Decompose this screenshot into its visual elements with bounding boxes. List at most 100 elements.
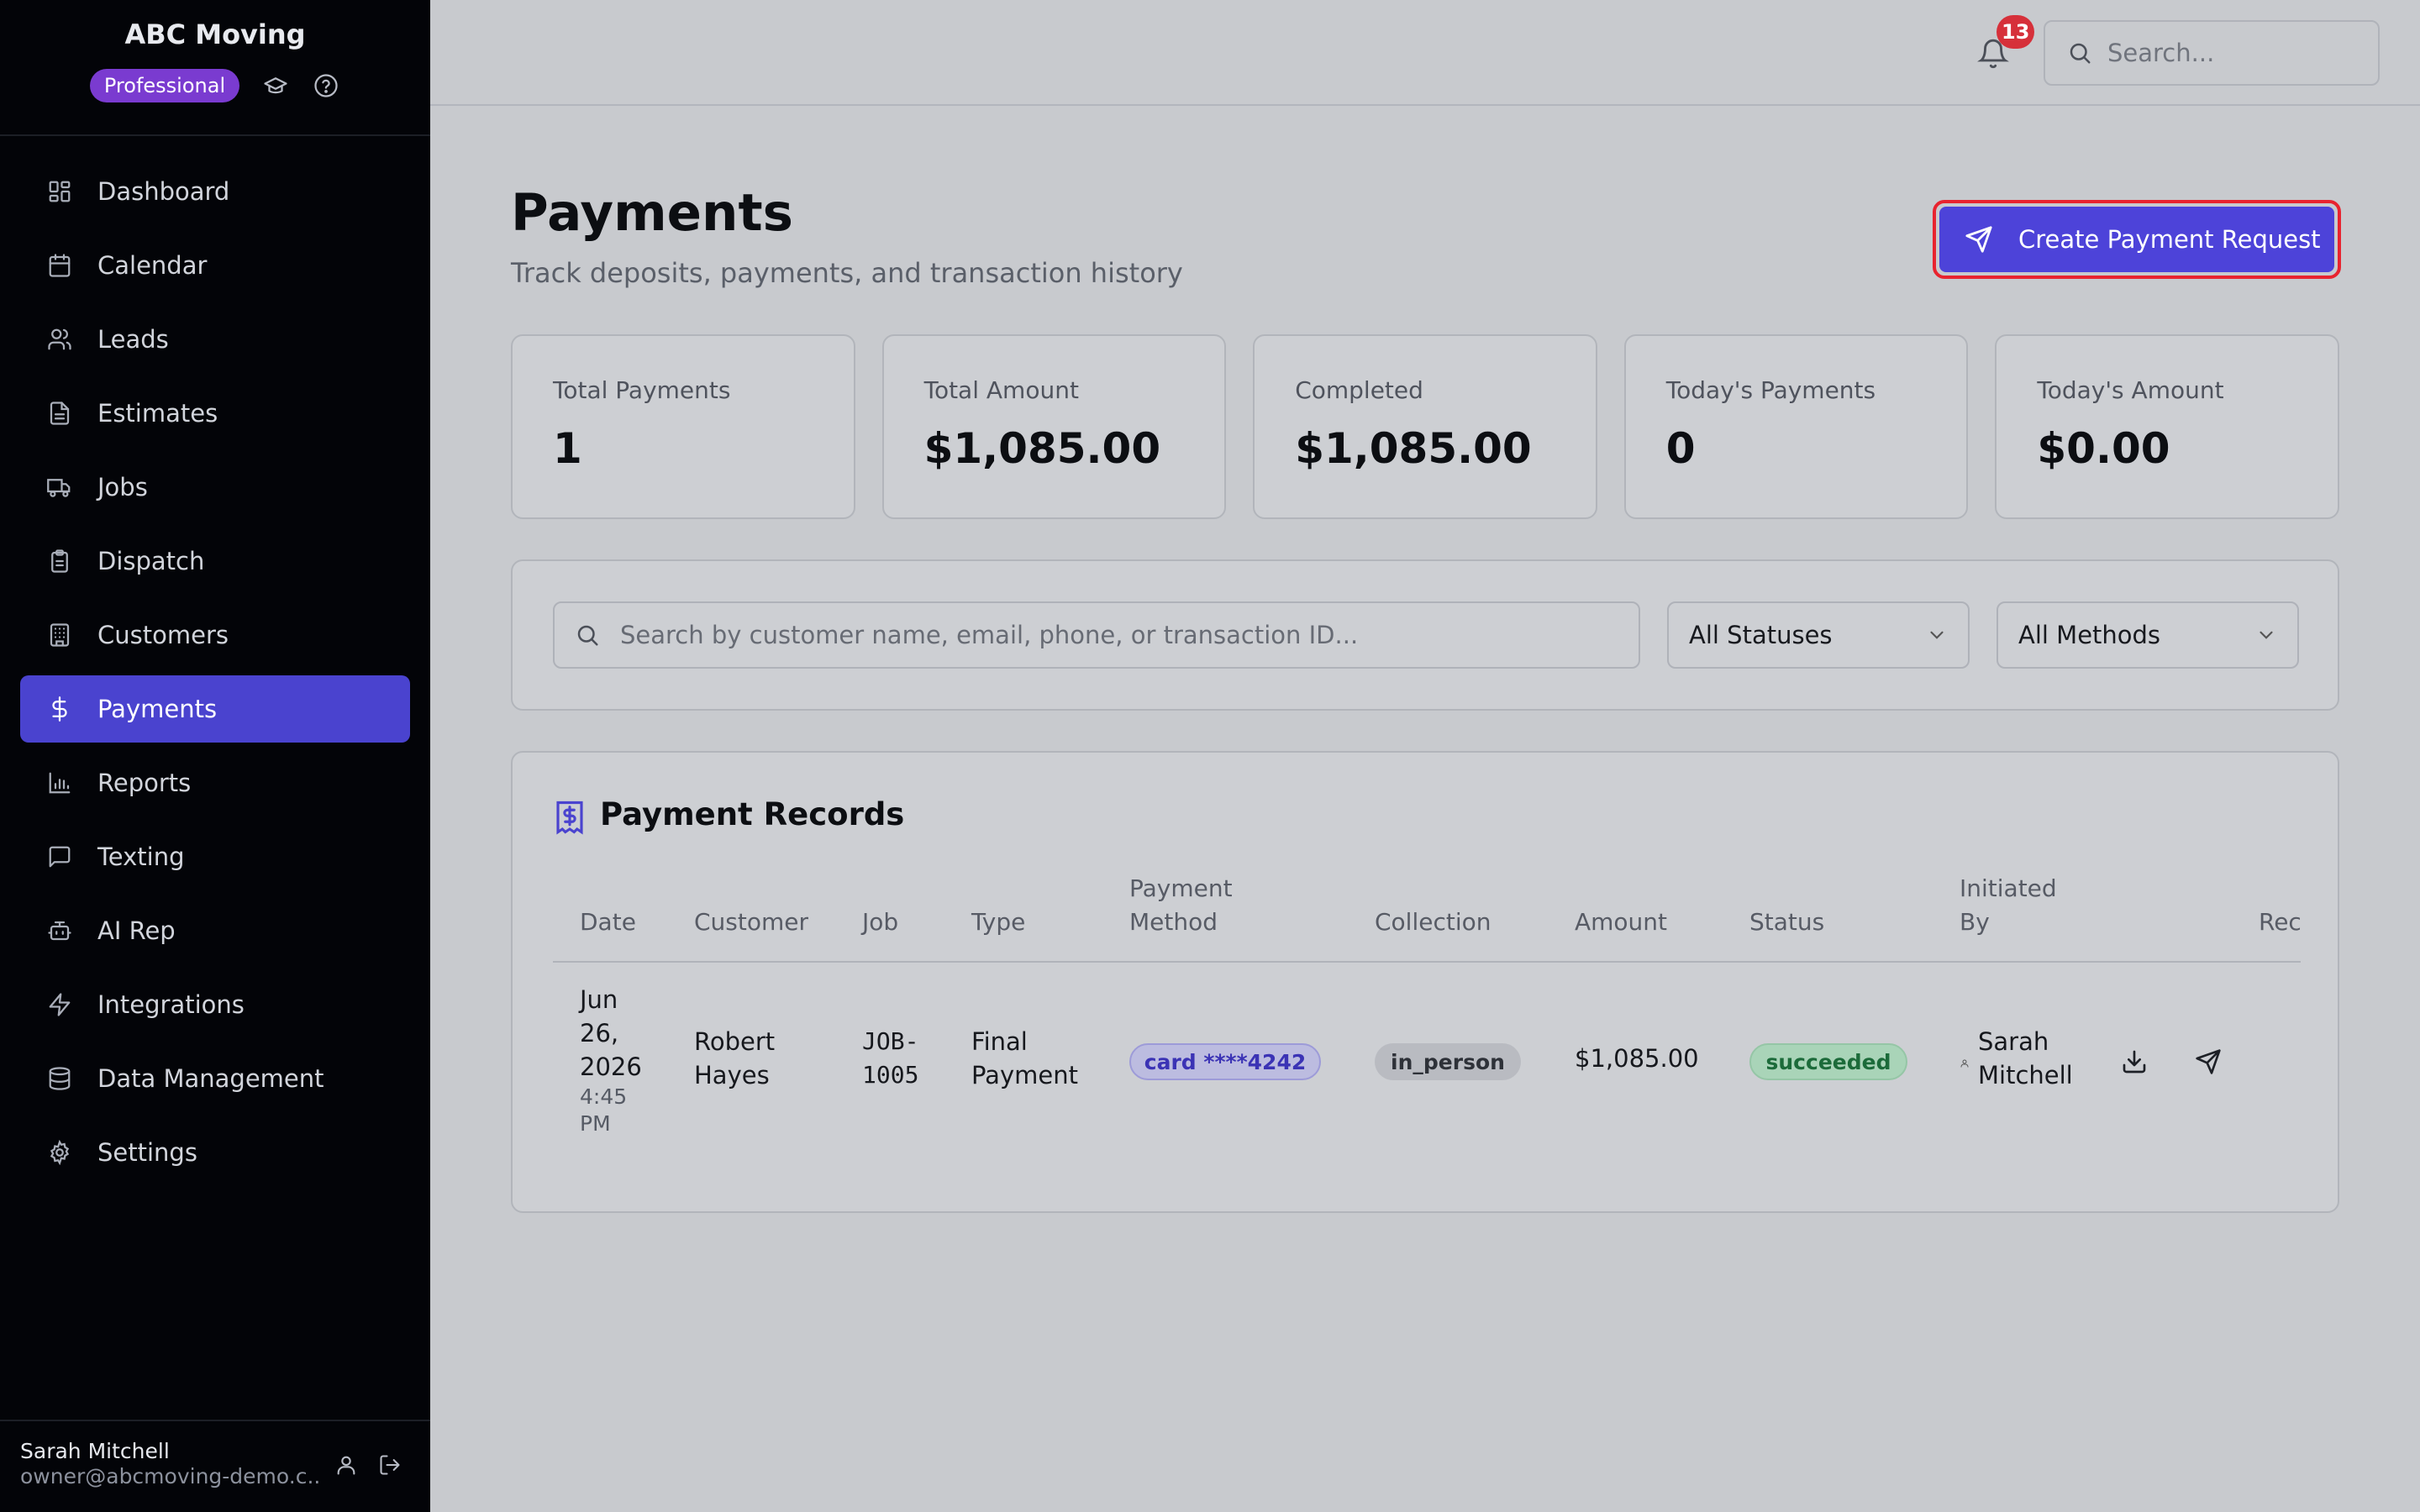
logout-icon[interactable] bbox=[375, 1450, 405, 1480]
send-icon[interactable] bbox=[2191, 1045, 2225, 1079]
th-payment-method-line2[interactable]: Method bbox=[1129, 906, 1218, 939]
th-status[interactable]: Status bbox=[1749, 906, 1824, 939]
brand-name: ABC Moving bbox=[124, 18, 306, 50]
th-customer[interactable]: Customer bbox=[694, 906, 808, 939]
sidebar-item-label: Customers bbox=[97, 621, 229, 649]
row-job-line1[interactable]: JOB- bbox=[862, 1025, 918, 1058]
sidebar-item-customers[interactable]: Customers bbox=[20, 601, 410, 669]
payments-search[interactable] bbox=[553, 601, 1640, 669]
row-amount: $1,085.00 bbox=[1575, 1044, 1699, 1073]
sidebar-item-label: Leads bbox=[97, 325, 169, 354]
sidebar-item-label: Dashboard bbox=[97, 177, 230, 206]
sidebar-item-estimates[interactable]: Estimates bbox=[20, 380, 410, 447]
graduation-cap-icon[interactable] bbox=[261, 71, 290, 100]
sidebar-item-label: Data Management bbox=[97, 1064, 324, 1093]
row-initiated-line1: Sarah bbox=[1978, 1027, 2049, 1056]
th-date[interactable]: Date bbox=[580, 906, 636, 939]
user-email: owner@abcmoving-demo.c... bbox=[20, 1464, 321, 1488]
bar-chart-icon bbox=[45, 769, 74, 797]
database-icon bbox=[45, 1064, 74, 1093]
global-search-input[interactable] bbox=[2107, 39, 2360, 67]
brand-row: Professional bbox=[0, 69, 430, 102]
th-payment-method-line1[interactable]: Payment bbox=[1129, 872, 1233, 906]
stat-value: 1 bbox=[553, 424, 582, 473]
sidebar-item-data-management[interactable]: Data Management bbox=[20, 1045, 410, 1112]
sidebar-item-reports[interactable]: Reports bbox=[20, 749, 410, 816]
sidebar-item-label: Estimates bbox=[97, 399, 218, 428]
status-badge: succeeded bbox=[1749, 1043, 1907, 1080]
sidebar-item-label: Dispatch bbox=[97, 547, 205, 575]
th-amount[interactable]: Amount bbox=[1575, 906, 1667, 939]
sidebar-item-leads[interactable]: Leads bbox=[20, 306, 410, 373]
help-circle-icon[interactable] bbox=[312, 71, 340, 100]
search-icon bbox=[575, 622, 600, 648]
sidebar-item-label: AI Rep bbox=[97, 916, 176, 945]
stat-card-todays-payments: Today's Payments 0 bbox=[1623, 334, 1969, 519]
sidebar-item-label: Integrations bbox=[97, 990, 245, 1019]
send-icon bbox=[1965, 225, 1993, 254]
sidebar-item-dashboard[interactable]: Dashboard bbox=[20, 158, 410, 225]
lightning-icon bbox=[45, 990, 74, 1019]
row-date-line2: 26, bbox=[580, 1019, 619, 1047]
sidebar-item-jobs[interactable]: Jobs bbox=[20, 454, 410, 521]
sidebar-item-integrations[interactable]: Integrations bbox=[20, 971, 410, 1038]
user-name: Sarah Mitchell bbox=[20, 1439, 170, 1463]
sidebar-item-payments[interactable]: Payments bbox=[20, 675, 410, 743]
th-collection[interactable]: Collection bbox=[1375, 906, 1491, 939]
th-initiated-by-line2[interactable]: By bbox=[1960, 906, 1990, 939]
row-type-line2: Payment bbox=[971, 1061, 1078, 1089]
sidebar-divider bbox=[0, 134, 430, 136]
row-job-line2[interactable]: 1005 bbox=[862, 1058, 918, 1092]
sidebar-item-ai-rep[interactable]: AI Rep bbox=[20, 897, 410, 964]
create-payment-request-button-inner[interactable]: Create Payment Request bbox=[1939, 207, 2334, 272]
sidebar-item-settings[interactable]: Settings bbox=[20, 1119, 410, 1186]
users-icon bbox=[45, 325, 74, 354]
th-receipt[interactable]: Rec bbox=[2259, 906, 2302, 939]
stat-card-todays-amount: Today's Amount $0.00 bbox=[1995, 334, 2339, 519]
clipboard-icon bbox=[45, 547, 74, 575]
sidebar-item-label: Jobs bbox=[97, 473, 148, 501]
status-filter-select[interactable]: All Statuses bbox=[1667, 601, 1970, 669]
gear-icon bbox=[45, 1138, 74, 1167]
row-date-line1: Jun bbox=[580, 985, 618, 1014]
row-time-line2: PM bbox=[580, 1111, 611, 1136]
global-search[interactable] bbox=[2044, 20, 2380, 86]
page-title: Payments bbox=[511, 183, 793, 243]
plan-badge[interactable]: Professional bbox=[89, 69, 240, 102]
filters-panel: All Statuses All Methods bbox=[511, 559, 2339, 711]
stat-value: $1,085.00 bbox=[923, 424, 1161, 473]
bot-icon bbox=[45, 916, 74, 945]
stat-label: Today's Amount bbox=[2037, 376, 2224, 404]
chevron-down-icon bbox=[1926, 624, 1948, 646]
row-customer-line2: Hayes bbox=[694, 1061, 770, 1089]
stats-row: Total Payments 1 Total Amount $1,085.00 … bbox=[511, 334, 2339, 519]
th-type[interactable]: Type bbox=[971, 906, 1025, 939]
user-profile-icon[interactable] bbox=[331, 1450, 361, 1480]
th-job[interactable]: Job bbox=[862, 906, 898, 939]
row-type-line1: Final bbox=[971, 1027, 1028, 1056]
stat-label: Completed bbox=[1295, 376, 1423, 404]
row-initiated-line2: Mitchell bbox=[1978, 1061, 2073, 1089]
calendar-icon bbox=[45, 251, 74, 280]
sidebar-item-label: Texting bbox=[97, 843, 185, 871]
truck-icon bbox=[45, 473, 74, 501]
sidebar: ABC Moving Professional Dashboard Calend… bbox=[0, 0, 430, 1512]
building-icon bbox=[45, 621, 74, 649]
th-initiated-by-line1[interactable]: Initiated bbox=[1960, 872, 2057, 906]
create-payment-request-button[interactable]: Create Payment Request bbox=[1933, 200, 2341, 279]
document-icon bbox=[45, 399, 74, 428]
receipt-icon bbox=[555, 800, 585, 835]
payments-search-input[interactable] bbox=[620, 621, 1628, 649]
sidebar-item-label: Reports bbox=[97, 769, 192, 797]
user-small-icon bbox=[1960, 1058, 1970, 1068]
table-row[interactable]: Jun 26, 2026 4:45 PM Robert Hayes JOB- 1… bbox=[553, 963, 2301, 1198]
row-time-line1: 4:45 bbox=[580, 1084, 628, 1109]
dashboard-icon bbox=[45, 177, 74, 206]
sidebar-nav: Dashboard Calendar Leads Estimates Jobs … bbox=[20, 158, 410, 1193]
sidebar-item-label: Payments bbox=[97, 695, 218, 723]
method-filter-select[interactable]: All Methods bbox=[1996, 601, 2299, 669]
sidebar-item-dispatch[interactable]: Dispatch bbox=[20, 528, 410, 595]
download-icon[interactable] bbox=[2118, 1045, 2151, 1079]
sidebar-item-texting[interactable]: Texting bbox=[20, 823, 410, 890]
sidebar-item-calendar[interactable]: Calendar bbox=[20, 232, 410, 299]
